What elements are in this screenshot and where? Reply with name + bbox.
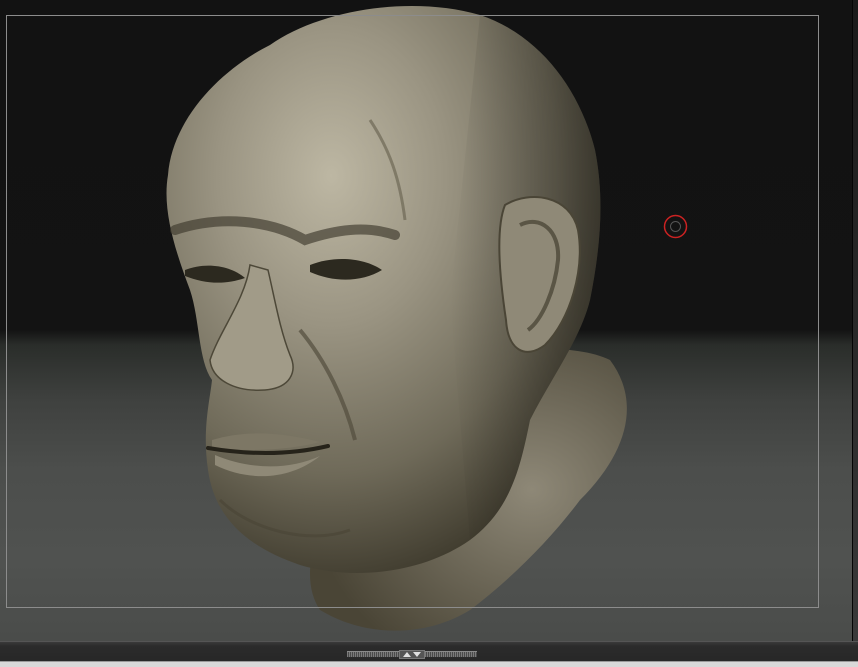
bottom-status-strip bbox=[0, 661, 858, 667]
tray-grip-right[interactable] bbox=[425, 651, 477, 658]
sculpted-head-model[interactable] bbox=[150, 0, 650, 641]
canvas-viewport[interactable] bbox=[0, 0, 852, 641]
bottom-tray-handle[interactable] bbox=[347, 650, 477, 659]
up-down-arrows-icon[interactable] bbox=[399, 650, 425, 659]
brush-circle-cursor-icon bbox=[663, 214, 688, 239]
sculpt-app bbox=[0, 0, 858, 667]
tray-grip-left[interactable] bbox=[347, 651, 399, 658]
right-tray-edge[interactable] bbox=[852, 0, 858, 641]
